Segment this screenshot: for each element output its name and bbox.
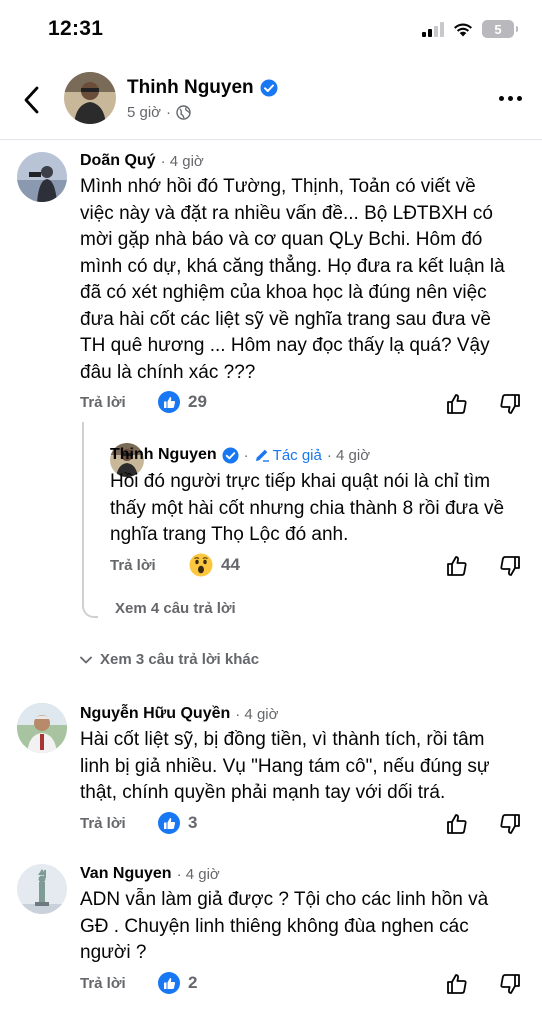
status-bar: 12:31 5 [0,0,542,62]
text-line: đã có xét nghiệm của khoa học là đúng nê… [80,282,487,303]
text-line: linh bị giả nhiều. Vụ "Hang tám cô", nếu… [80,755,490,777]
text-line: mình có dự, khá căng thẳng. Họ đưa ra kế… [80,255,505,277]
comment-text: Hài cốt liệt sỹ, bị đồng tiền, vì thành … [80,727,490,807]
avatar[interactable] [17,864,67,914]
author-name[interactable]: Thinh Nguyen [110,446,217,464]
view-more-replies-link[interactable]: Xem 3 câu trả lời khác [80,651,259,668]
comment-time: · 4 giờ [326,446,371,464]
battery-level: 5 [494,21,502,37]
globe-icon [176,105,191,120]
like-icon[interactable] [445,392,469,416]
thread-line [82,422,98,618]
separator-dot: · [166,104,172,121]
comment-author[interactable]: Nguyễn Hữu Quyền · 4 giờ [80,705,278,723]
comment-time: · 4 giờ [235,705,279,723]
post-meta: 5 giờ · [127,104,191,121]
avatar[interactable] [17,152,67,202]
text-line: đưa hài cốt các liệt sỹ về nghĩa trang s… [80,308,491,330]
text-line: Hài cốt liệt sỹ, bị đồng tiền, vì thành … [80,729,485,750]
view-more-replies-label[interactable]: Xem 3 câu trả lời khác [100,651,259,668]
status-icons: 5 [422,20,518,38]
reaction-summary[interactable]: 29 [158,391,207,413]
text-line: nghĩa trang Thọ Lộc đó anh. [110,524,349,545]
separator-dot: · [243,446,249,464]
author-name[interactable]: Thinh Nguyen [127,77,254,99]
text-line: việc này và đặt ra nhiều vấn đề... Bộ LĐ… [80,202,493,224]
post-header: Thinh Nguyen 5 giờ · [0,62,542,138]
reaction-summary[interactable]: 44 [189,553,240,577]
view-replies-label[interactable]: Xem 4 câu trả lời [115,600,236,617]
signal-icon [422,21,444,37]
like-icon[interactable] [445,972,469,996]
text-line: TH quê hương ... Hôm nay đọc thấy lạ quá… [80,335,490,356]
more-options-icon[interactable] [499,96,522,101]
text-line: thấy một hài cốt nhưng chia thành 8 rồi … [110,497,505,519]
post-time: 5 giờ [127,104,162,121]
author-name[interactable]: Doãn Quý [80,152,156,170]
like-reaction-icon [158,812,180,834]
text-line: ADN vẫn làm giả được ? Tội cho các linh … [80,889,489,910]
text-line: mời gặp nhà báo và cơ quan QLy Bchi. Hôm… [80,229,483,250]
like-reaction-icon [158,391,180,413]
avatar[interactable] [64,72,116,124]
back-icon[interactable] [20,84,44,116]
comment-time: · 4 giờ [160,152,204,170]
text-line: GĐ . Chuyện linh thiêng không đùa nghen … [80,915,469,937]
like-icon[interactable] [445,812,469,836]
reply-button[interactable]: Trả lời [80,394,126,411]
dislike-icon[interactable] [498,392,522,416]
divider [0,139,542,140]
text-line: thật, chính quyền phải mạnh tay với dối … [80,782,446,803]
reply-button[interactable]: Trả lời [80,975,126,992]
comment-author[interactable]: Doãn Quý · 4 giờ [80,152,204,170]
reaction-count: 29 [188,392,207,411]
text-line: đâu là chính xác ??? [80,361,256,383]
reaction-summary[interactable]: 2 [158,972,197,994]
comment-text: Mình nhớ hồi đó Tường, Thịnh, Toản có vi… [80,174,505,386]
author-name[interactable]: Nguyễn Hữu Quyền [80,705,230,723]
wow-reaction-icon [189,553,213,577]
comment-time: · 4 giờ [176,865,220,883]
battery-icon: 5 [482,20,518,38]
author-badge-label: Tác giả [272,446,322,464]
comment-author[interactable]: Thinh Nguyen · Tác giả · 4 giờ [110,446,370,464]
like-reaction-icon [158,972,180,994]
reaction-count: 3 [188,813,198,832]
text-line: Mình nhớ hồi đó Tường, Thịnh, Toản có vi… [80,176,476,197]
verified-icon [222,446,239,464]
comment-text: Hồi đó người trực tiếp khai quật nói là … [110,469,504,549]
status-time: 12:31 [48,17,104,40]
reaction-summary[interactable]: 3 [158,812,197,834]
dislike-icon[interactable] [498,554,522,578]
author-badge: Tác giả [254,447,322,464]
text-line: Hồi đó người trực tiếp khai quật nói là … [110,471,491,492]
like-icon[interactable] [445,554,469,578]
dislike-icon[interactable] [498,972,522,996]
view-replies-link[interactable]: Xem 4 câu trả lời [115,600,236,617]
chevron-down-icon [80,656,92,663]
author-name[interactable]: Van Nguyen [80,865,172,883]
reaction-count: 44 [221,555,240,574]
avatar[interactable] [17,703,67,753]
pencil-icon [255,449,269,462]
page-title[interactable]: Thinh Nguyen [127,77,278,99]
wifi-icon [454,23,472,36]
comment-text: ADN vẫn làm giả được ? Tội cho các linh … [80,887,488,967]
comment-author[interactable]: Van Nguyen · 4 giờ [80,865,220,883]
text-line: người ? [80,942,147,963]
reaction-count: 2 [188,973,198,992]
reply-button[interactable]: Trả lời [110,557,156,574]
reply-button[interactable]: Trả lời [80,815,126,832]
dislike-icon[interactable] [498,812,522,836]
verified-icon [260,79,278,97]
